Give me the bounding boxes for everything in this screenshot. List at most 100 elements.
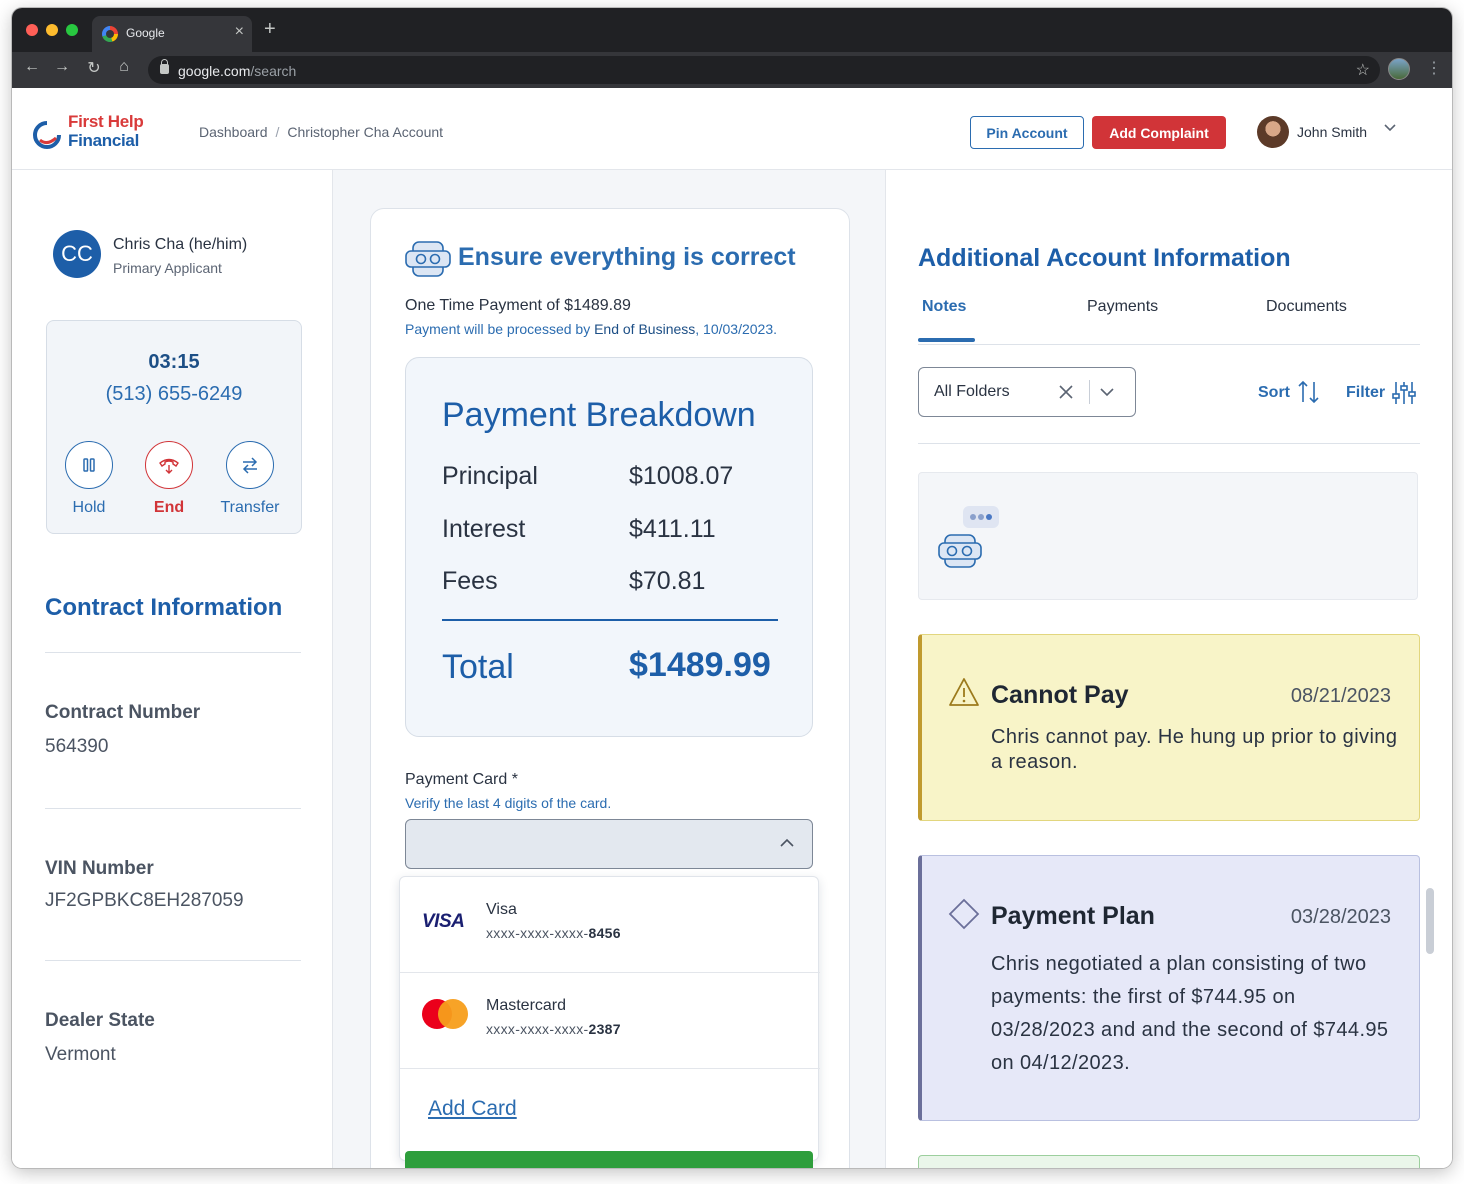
contract-info-title: Contract Information	[45, 594, 283, 621]
call-controls-card: 03:15 (513) 655-6249 Hold End Transfer	[46, 320, 302, 534]
dealer-state-value: Vermont	[45, 1044, 116, 1065]
breadcrumb-dashboard[interactable]: Dashboard	[199, 124, 268, 140]
transfer-arrows-icon	[242, 457, 258, 474]
contract-number-value: 564390	[45, 736, 109, 757]
user-avatar[interactable]	[1257, 116, 1289, 148]
new-tab-icon[interactable]: +	[264, 18, 276, 41]
note-body: Chris cannot pay. He hung up prior to gi…	[991, 726, 1398, 773]
note-body: Chris negotiated a plan consisting of tw…	[991, 953, 1389, 1074]
payment-card-dropdown: VISA Visa xxxx-xxxx-xxxx-8456 Mastercard…	[399, 876, 820, 1161]
card-option-mastercard[interactable]: Mastercard xxxx-xxxx-xxxx-2387	[400, 973, 820, 1069]
end-label: End	[153, 499, 185, 516]
clear-icon[interactable]	[1057, 383, 1075, 401]
payment-panel: Ensure everything is correct One Time Pa…	[333, 170, 885, 1168]
browser-menu-icon[interactable]: ⋮	[1426, 58, 1442, 78]
url-text: google.com/search	[178, 63, 297, 79]
reload-icon[interactable]: ↻	[84, 58, 104, 78]
add-complaint-button[interactable]: Add Complaint	[1092, 116, 1226, 149]
divider	[45, 960, 301, 961]
filter-sliders-icon	[1392, 382, 1416, 404]
end-call-button[interactable]	[145, 441, 193, 489]
forward-icon[interactable]: →	[52, 58, 72, 76]
submit-payment-button[interactable]	[405, 1151, 813, 1168]
add-card-link[interactable]: Add Card	[428, 1097, 517, 1121]
vin-number-label: VIN Number	[45, 858, 154, 879]
hold-label: Hold	[72, 499, 106, 516]
tab-payments[interactable]: Payments	[1087, 298, 1158, 316]
tab-title: Google	[126, 26, 165, 40]
scrollbar[interactable]	[1426, 888, 1434, 954]
browser-tab-bar: Google × +	[12, 8, 1452, 52]
mastercard-logo-icon	[422, 999, 468, 1029]
back-icon[interactable]: ←	[22, 58, 42, 76]
interest-value: $411.11	[629, 515, 716, 543]
note-date: 08/21/2023	[1290, 685, 1391, 707]
logo[interactable]: First Help Financial	[68, 112, 144, 150]
divider	[45, 652, 301, 653]
hold-button[interactable]	[65, 441, 113, 489]
divider	[918, 344, 1420, 345]
browser-toolbar: ← → ↻ ⌂ google.com/search ☆ ⋮	[12, 52, 1452, 88]
card-brand: Visa	[486, 901, 517, 918]
browser-window: Google × + ← → ↻ ⌂ google.com/search ☆ ⋮…	[12, 8, 1452, 1168]
breadcrumb: Dashboard / Christopher Cha Account	[199, 124, 444, 140]
bookmark-star-icon[interactable]: ☆	[1356, 60, 1370, 80]
diamond-icon	[948, 898, 980, 930]
user-name[interactable]: John Smith	[1297, 124, 1367, 140]
transfer-label: Transfer	[220, 499, 280, 516]
one-time-payment-text: One Time Payment of $1489.89	[405, 297, 631, 314]
transfer-button[interactable]	[226, 441, 274, 489]
applicant-panel: CC Chris Cha (he/him) Primary Applicant …	[12, 170, 333, 1168]
lock-icon	[160, 59, 169, 74]
tab-notes[interactable]: Notes	[922, 298, 966, 316]
vin-number-value: JF2GPBKC8EH287059	[45, 890, 244, 911]
visa-logo-icon: VISA	[422, 911, 465, 932]
payment-card-select[interactable]	[405, 819, 813, 869]
contract-number-label: Contract Number	[45, 702, 201, 723]
confirmation-title: Ensure everything is correct	[458, 243, 796, 271]
robot-icon	[405, 241, 451, 277]
close-window-button[interactable]	[26, 24, 38, 36]
note-card[interactable]: Payment Plan 03/28/2023 Chris negotiated…	[918, 855, 1420, 1121]
folder-select[interactable]: All Folders	[918, 367, 1136, 417]
card-brand: Mastercard	[486, 997, 567, 1014]
call-timer: 03:15	[148, 351, 200, 373]
chevron-down-icon[interactable]	[1384, 122, 1396, 134]
browser-profile-icon[interactable]	[1388, 58, 1410, 80]
payment-confirmation-card: Ensure everything is correct One Time Pa…	[370, 208, 850, 1168]
principal-label: Principal	[442, 462, 538, 490]
minimize-window-button[interactable]	[46, 24, 58, 36]
applicant-avatar: CC	[53, 230, 101, 278]
account-info-title: Additional Account Information	[918, 244, 1291, 272]
applicant-role: Primary Applicant	[113, 260, 222, 276]
sort-icon	[1298, 380, 1319, 404]
total-value: $1489.99	[629, 646, 771, 684]
browser-tab[interactable]: Google ×	[92, 16, 252, 52]
fees-label: Fees	[442, 567, 498, 595]
dealer-state-label: Dealer State	[45, 1010, 155, 1031]
tab-documents[interactable]: Documents	[1266, 298, 1347, 316]
total-divider	[442, 619, 778, 621]
payment-card-label: Payment Card *	[405, 771, 518, 788]
warning-icon	[949, 678, 979, 706]
maximize-window-button[interactable]	[66, 24, 78, 36]
applicant-name: Chris Cha (he/him)	[113, 236, 248, 253]
card-option-visa[interactable]: VISA Visa xxxx-xxxx-xxxx-8456	[400, 877, 820, 973]
card-number: xxxx-xxxx-xxxx-8456	[486, 925, 621, 941]
address-bar[interactable]: google.com/search ☆	[148, 56, 1380, 84]
tab-close-icon[interactable]: ×	[235, 23, 244, 41]
home-icon[interactable]: ⌂	[114, 58, 134, 76]
app-header: First Help Financial Dashboard / Christoph…	[12, 88, 1452, 170]
filter-button[interactable]: Filter	[1346, 382, 1416, 404]
card-number: xxxx-xxxx-xxxx-2387	[486, 1021, 621, 1037]
folder-select-value: All Folders	[934, 383, 1010, 400]
pin-account-button[interactable]: Pin Account	[970, 116, 1084, 149]
note-title: Payment Plan	[991, 902, 1155, 930]
note-card[interactable]: Cannot Pay 08/21/2023 Chris cannot pay. …	[918, 634, 1420, 821]
payment-card-hint: Verify the last 4 digits of the card.	[405, 795, 612, 811]
note-card[interactable]	[918, 1155, 1420, 1168]
call-phone-number: (513) 655-6249	[105, 383, 243, 405]
fees-value: $70.81	[629, 567, 706, 595]
sort-button[interactable]: Sort	[1258, 380, 1319, 404]
chevron-down-icon[interactable]	[1099, 386, 1115, 398]
